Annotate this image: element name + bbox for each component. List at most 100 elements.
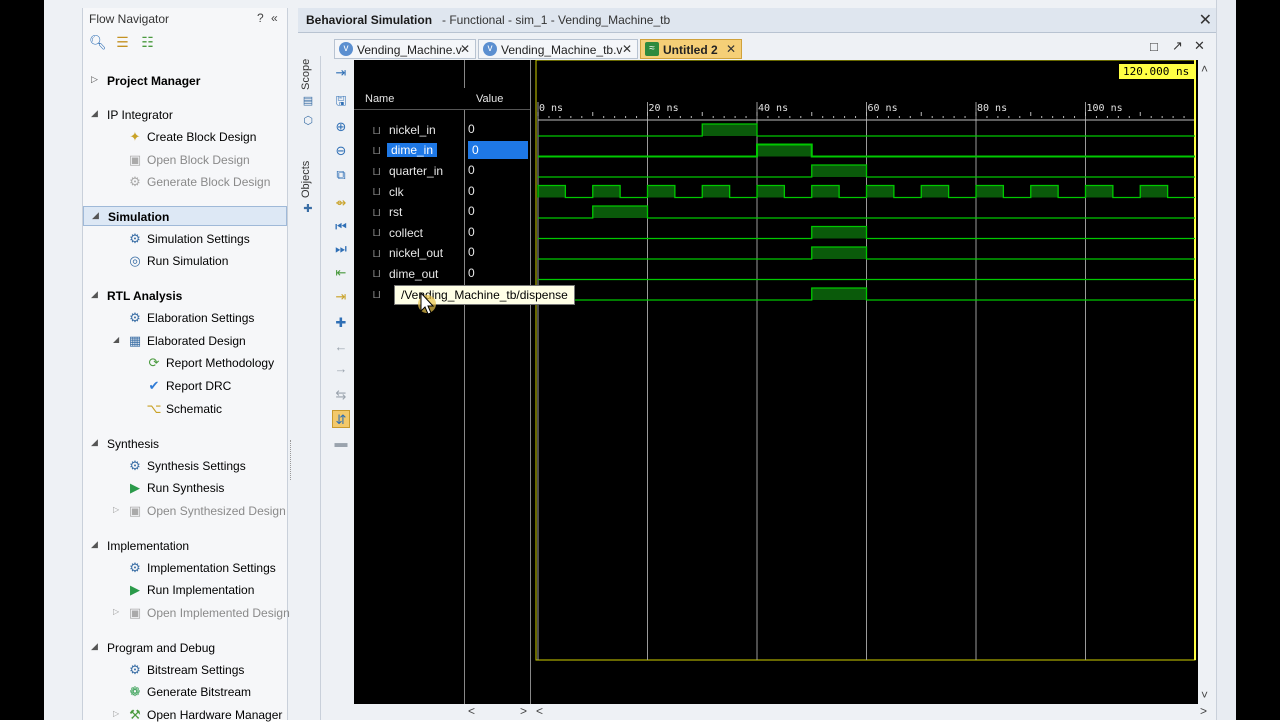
settings-gear-icon: ⚙	[129, 560, 141, 575]
collapse-panel-button[interactable]: «	[271, 11, 278, 25]
waveform-plot[interactable]: 0 ns 20 ns 40 ns 60 ns 80 ns 100 ns 120.000 ns	[354, 60, 1198, 704]
create-block-design-icon: ✦	[129, 129, 141, 144]
objects-tab[interactable]: Objects	[300, 158, 318, 200]
verilog-file-icon: v	[483, 42, 497, 56]
expand-all-icon[interactable]: ☷	[140, 34, 156, 50]
check-badge-icon: ✔	[148, 378, 160, 393]
restore-window-icon[interactable]: □	[1150, 39, 1158, 54]
waveform-viewer: Name Value ⨆ nickel_in 0 ⨆ dime_in 0 ⨆ quarter_…	[354, 60, 1198, 704]
save-icon[interactable]: 🖫︎	[332, 92, 350, 110]
signal-high-fill	[1140, 185, 1168, 198]
simulation-header: Behavioral Simulation - Functional - sim…	[298, 8, 1216, 33]
wave-frame	[535, 60, 1196, 661]
tab-vending-machine-v[interactable]: v Vending_Machine.v ✕	[334, 39, 476, 59]
panel-splitter[interactable]	[290, 440, 293, 480]
signal-high-fill	[592, 185, 621, 198]
section-project-manager[interactable]: ▷ Project Manager	[83, 71, 287, 91]
simulation-title: Behavioral Simulation	[306, 13, 433, 27]
scroll-down-icon[interactable]: ˅	[1201, 688, 1208, 702]
settings-gear-icon: ⚙	[129, 310, 141, 325]
search-icon[interactable]: 🔍︎	[89, 34, 107, 50]
time-tick-label: 60 ns	[868, 103, 898, 114]
verilog-file-icon: v	[339, 42, 353, 56]
section-simulation[interactable]: ◢ Simulation	[83, 206, 287, 226]
time-tick-label: 20 ns	[649, 103, 679, 114]
scroll-left-icon[interactable]: <	[468, 704, 475, 718]
objects-add-icon[interactable]: ✚	[301, 202, 315, 216]
horizontal-scrollbar[interactable]: < > < >	[354, 704, 1216, 720]
signal-high-fill	[702, 185, 730, 198]
screen-border-left	[0, 0, 44, 720]
run-simulation-icon: ◎	[129, 253, 141, 268]
signal-high-fill	[921, 185, 949, 198]
time-tick-label: 100 ns	[1087, 103, 1123, 114]
scroll-right-icon[interactable]: >	[520, 704, 527, 718]
collapse-all-icon[interactable]: ☰	[114, 34, 130, 50]
run-synthesis-icon: ▶	[130, 480, 140, 495]
float-ruler-icon[interactable]: ▬	[332, 434, 350, 452]
signal-high-fill	[811, 247, 867, 259]
scope-tab[interactable]: Scope	[300, 58, 318, 90]
scope-link-icon[interactable]: ⬡	[301, 114, 315, 128]
schematic-icon: ⌥	[146, 401, 162, 416]
close-tab-icon[interactable]: ✕	[460, 42, 470, 56]
next-marker-icon[interactable]: →	[332, 360, 350, 378]
signal-waveform	[538, 287, 1195, 301]
previous-marker-icon[interactable]: ←	[332, 338, 350, 356]
add-marker-icon[interactable]: ✚	[332, 314, 350, 332]
go-to-end-icon[interactable]: ⏭	[332, 240, 350, 258]
swap-cursors-icon[interactable]: ⇆	[332, 386, 350, 404]
wave-scroll-right-icon[interactable]: >	[1200, 704, 1207, 718]
close-window-icon[interactable]: ✕	[1194, 38, 1205, 54]
settings-gear-icon: ⚙	[129, 458, 141, 473]
signal-high-fill	[538, 185, 566, 198]
help-button[interactable]: ?	[257, 11, 264, 25]
close-simulation-button[interactable]: ✕	[1199, 10, 1212, 30]
time-marker-label: 120.000 ns	[1123, 65, 1189, 78]
expand-icon[interactable]: ⇥	[332, 64, 350, 82]
side-tabs: Scope ▤ ⬡ Objects ✚	[298, 56, 321, 720]
zoom-out-icon[interactable]: ⊖	[332, 142, 350, 160]
float-window-icon[interactable]: ↗	[1172, 38, 1183, 54]
signal-high-fill	[1030, 185, 1059, 198]
settings-gear-icon: ⚙	[129, 662, 141, 677]
close-tab-icon[interactable]: ✕	[622, 42, 632, 56]
close-tab-icon[interactable]: ✕	[726, 42, 736, 56]
signal-waveform	[538, 164, 1195, 178]
zoom-in-icon[interactable]: ⊕	[332, 118, 350, 136]
signal-high-fill	[702, 124, 757, 136]
time-tick-label: 0 ns	[539, 103, 563, 114]
simulation-subtitle: - Functional - sim_1 - Vending_Machine_t…	[442, 13, 671, 27]
next-transition-icon[interactable]: ⇥	[332, 288, 350, 306]
tab-untitled-2[interactable]: ≈ Untitled 2 ✕	[640, 39, 742, 59]
tab-vending-machine-tb-v[interactable]: v Vending_Machine_tb.v ✕	[478, 39, 638, 59]
go-to-start-icon[interactable]: ⏮	[332, 218, 350, 236]
signal-high-fill	[811, 185, 840, 198]
snap-to-transition-icon[interactable]: ⇵	[332, 410, 350, 428]
wave-scroll-left-icon[interactable]: <	[536, 704, 543, 718]
section-rtl-analysis[interactable]: ◢ RTL Analysis	[83, 286, 287, 306]
go-to-cursor-icon[interactable]: ⇴	[332, 194, 350, 212]
expand-arrow-icon[interactable]: ◢	[113, 335, 119, 344]
scroll-up-icon[interactable]: ˄	[1201, 62, 1208, 76]
previous-transition-icon[interactable]: ⇤	[332, 264, 350, 282]
signal-high-fill	[647, 185, 675, 198]
flow-navigator-title: Flow Navigator	[89, 12, 170, 26]
zoom-fit-icon[interactable]: ⧉	[332, 166, 350, 184]
time-tick-label: 40 ns	[758, 103, 788, 114]
section-implementation[interactable]: ◢ Implementation	[83, 536, 287, 556]
section-ip-integrator[interactable]: ◢ IP Integrator	[83, 105, 287, 125]
hardware-manager-icon: ⚒	[129, 707, 141, 722]
signal-high-fill	[866, 185, 894, 198]
signal-high-fill	[757, 144, 812, 157]
vertical-scrollbar[interactable]: ˄ ˅	[1198, 60, 1216, 704]
elaborated-design-icon: ▦	[128, 333, 142, 348]
section-program-and-debug[interactable]: ◢ Program and Debug	[83, 638, 287, 658]
section-synthesis[interactable]: ◢ Synthesis	[83, 434, 287, 454]
signal-high-fill	[1085, 185, 1113, 198]
open-synthesized-design-icon: ▣	[128, 503, 142, 518]
signal-high-fill	[811, 165, 867, 177]
signal-high-fill	[757, 185, 785, 198]
signal-waveform	[538, 225, 1195, 240]
scope-hierarchy-icon[interactable]: ▤	[301, 94, 315, 108]
